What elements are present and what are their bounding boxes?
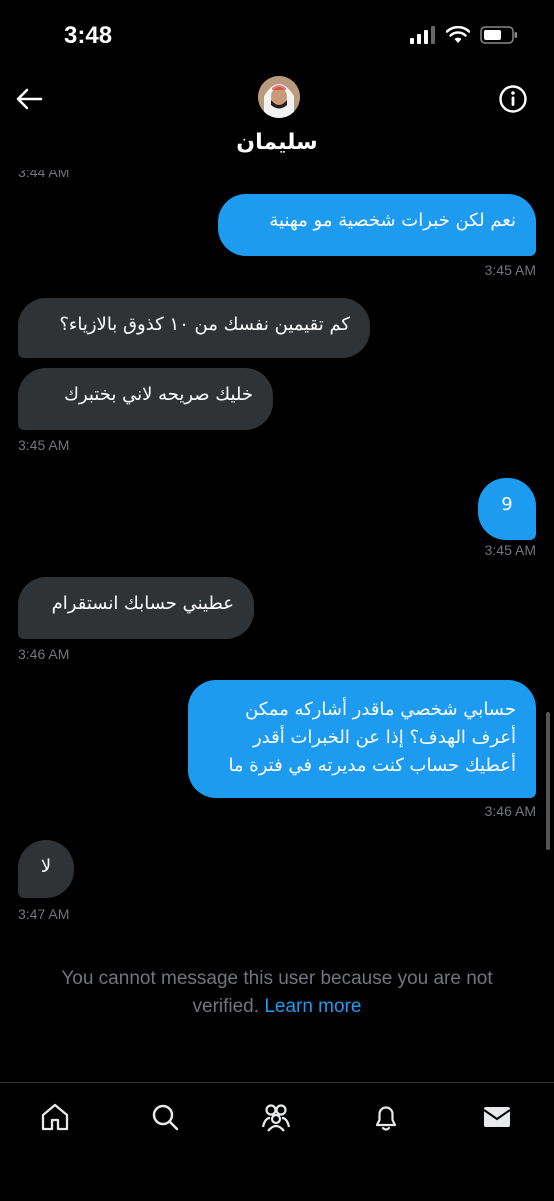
message-line: أعطيك حساب كنت مديرته في فترة ما <box>228 755 516 776</box>
tab-search[interactable] <box>147 1099 183 1135</box>
tab-home[interactable] <box>37 1099 73 1135</box>
message-timestamp: 3:47 AM <box>18 906 70 922</box>
search-icon <box>152 1104 179 1131</box>
wifi-icon <box>446 26 470 43</box>
incoming-message[interactable]: كم تقيمين نفسك من ١٠ كذوق بالازياء؟ <box>18 298 370 358</box>
incoming-message[interactable]: لا <box>18 840 74 898</box>
tab-messages[interactable] <box>479 1099 515 1135</box>
cellular-signal-icon <box>410 26 435 44</box>
cannot-message-notice: You cannot message this user because you… <box>30 965 524 1021</box>
status-icons <box>410 26 518 44</box>
avatar[interactable] <box>258 76 300 118</box>
back-arrow-icon <box>16 88 43 110</box>
tab-communities[interactable] <box>258 1099 294 1135</box>
status-bar: 3:48 <box>0 0 554 70</box>
learn-more-link[interactable]: Learn more <box>264 996 361 1017</box>
incoming-message[interactable]: خليك صريحه لاني بختبرك <box>18 368 273 430</box>
home-icon <box>41 1103 69 1131</box>
info-icon <box>499 85 527 113</box>
contact-name[interactable]: سليمان <box>0 130 554 155</box>
battery-icon <box>480 26 517 44</box>
status-time: 3:48 <box>64 22 113 49</box>
back-button[interactable] <box>12 82 46 116</box>
message-timestamp: 3:46 AM <box>18 646 70 662</box>
tab-notifications[interactable] <box>368 1099 404 1135</box>
message-timestamp: 3:45 AM <box>484 262 536 278</box>
info-button[interactable] <box>498 84 528 114</box>
messages-icon <box>483 1107 511 1127</box>
communities-icon <box>261 1104 291 1132</box>
outgoing-message[interactable]: 9 <box>478 478 536 540</box>
incoming-message[interactable]: عطيني حسابك انستقرام <box>18 577 254 639</box>
outgoing-message[interactable]: نعم لكن خبرات شخصية مو مهنية <box>218 194 536 256</box>
scrollbar[interactable] <box>546 712 550 850</box>
message-timestamp: 3:45 AM <box>484 542 536 558</box>
message-timestamp: 3:45 AM <box>18 437 70 453</box>
message-timestamp: 3:46 AM <box>484 803 536 819</box>
message-line: أعرف الهدف؟ إذا عن الخبرات أقدر <box>252 727 516 748</box>
conversation-header: سليمان <box>0 70 554 170</box>
bottom-tab-bar <box>0 1082 554 1201</box>
message-line: حسابي شخصي ماقدر أشاركه ممكن <box>245 699 516 720</box>
outgoing-message[interactable]: حسابي شخصي ماقدر أشاركه ممكن أعرف الهدف؟… <box>188 680 536 798</box>
avatar-image <box>258 76 300 118</box>
notifications-icon <box>375 1106 397 1131</box>
